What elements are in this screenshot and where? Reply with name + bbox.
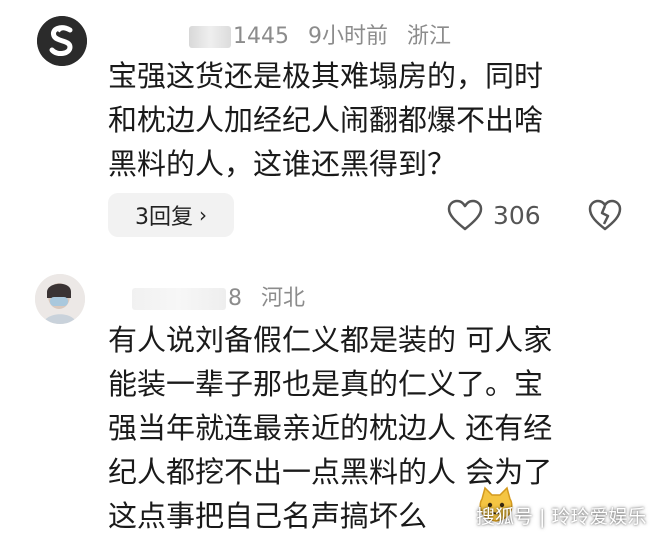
chevron-right-icon: › — [199, 203, 207, 227]
comment-item: 8 河北 有人说刘备假仁义都是装的 可人家 能装一辈子那也是真的仁义了。宝 强当… — [0, 262, 660, 533]
comment-line: 强当年就连最亲近的枕边人 还有经 — [108, 411, 553, 445]
blurred-username — [132, 288, 226, 310]
comment-line: 能装一辈子那也是真的仁义了。宝 — [108, 367, 544, 401]
heart-icon — [447, 199, 483, 231]
broken-heart-icon[interactable] — [588, 198, 622, 232]
comment-line: 和枕边人加经纪人闹翻都爆不出啥 — [108, 103, 544, 137]
comment-line: 有人说刘备假仁义都是装的 可人家 — [108, 323, 553, 357]
comment-location: 浙江 — [407, 24, 452, 49]
avatar[interactable] — [37, 16, 87, 66]
comment-line: 黑料的人，这谁还黑得到？ — [108, 147, 457, 181]
comment-item: 1445 9小时前 浙江 宝强这货还是极其难塌房的，同时 和枕边人加经纪人闹翻都… — [0, 0, 660, 262]
comment-time: 9小时前 — [308, 24, 388, 49]
like-button[interactable]: 306 — [447, 195, 541, 235]
comment-meta: 8 河北 — [132, 280, 305, 312]
brand-s-logo-icon — [37, 16, 87, 66]
comment-meta: 1445 9小时前 浙江 — [189, 18, 451, 50]
comment-text: 宝强这货还是极其难塌房的，同时 和枕边人加经纪人闹翻都爆不出啥 黑料的人，这谁还… — [108, 54, 648, 186]
comment-line: 纪人都挖不出一点黑料的人 会为了 — [108, 455, 553, 489]
watermark: 搜狐号 | 玲玲爱娱乐 — [476, 506, 647, 528]
reply-count-label: 3回复 — [135, 205, 193, 230]
username-suffix[interactable]: 1445 — [233, 24, 289, 49]
blurred-username — [189, 26, 231, 48]
avatar[interactable] — [35, 274, 85, 324]
username-suffix[interactable]: 8 — [228, 286, 242, 311]
comment-location: 河北 — [261, 286, 306, 311]
view-replies-button[interactable]: 3回复 › — [108, 193, 234, 237]
comment-line: 宝强这货还是极其难塌房的，同时 — [108, 59, 544, 93]
like-count: 306 — [493, 200, 541, 230]
user-photo-avatar — [35, 274, 85, 324]
